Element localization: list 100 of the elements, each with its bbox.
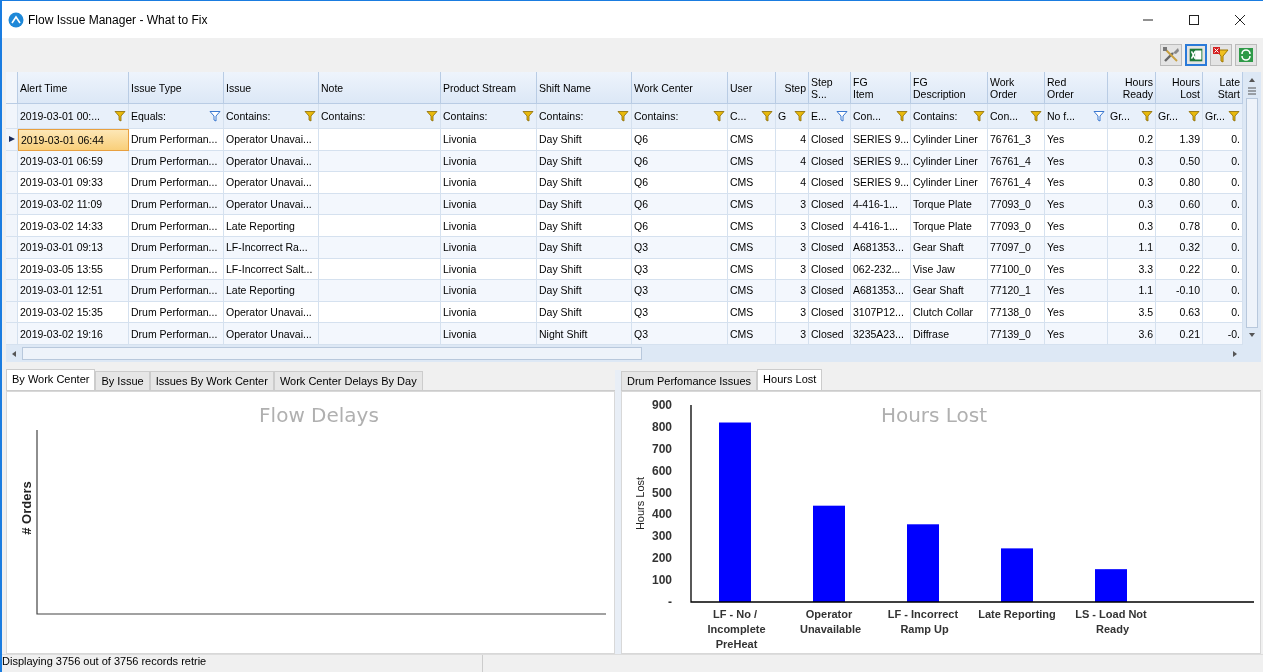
table-cell: Q6 bbox=[632, 172, 728, 194]
filter-condition[interactable]: Contains: bbox=[443, 110, 488, 122]
table-cell: Closed bbox=[809, 215, 851, 237]
table-cell: Yes bbox=[1045, 280, 1108, 302]
table-cell: 0.3 bbox=[1108, 215, 1156, 237]
maximize-icon[interactable] bbox=[1188, 13, 1200, 26]
filter-icon[interactable] bbox=[304, 110, 316, 122]
tab[interactable]: By Work Center bbox=[6, 369, 96, 390]
filter-icon[interactable] bbox=[1141, 110, 1153, 122]
filter-condition[interactable]: Contains: bbox=[226, 110, 271, 122]
table-cell: 77097_0 bbox=[988, 236, 1045, 259]
filter-icon[interactable] bbox=[1030, 110, 1042, 122]
table-cell: 76761_3 bbox=[988, 129, 1045, 151]
funnel-icon bbox=[1211, 45, 1231, 65]
table-cell: Closed bbox=[809, 129, 851, 151]
tick-label: - bbox=[668, 595, 672, 609]
scroll-down-icon[interactable] bbox=[1248, 331, 1256, 339]
filter-icon[interactable] bbox=[836, 110, 848, 122]
chart-title: Flow Delays bbox=[259, 403, 379, 427]
table-cell: Drum Performan... bbox=[129, 129, 224, 151]
window-title: Flow Issue Manager - What to Fix bbox=[28, 12, 208, 27]
filter-condition[interactable]: Contains: bbox=[539, 110, 584, 122]
current-row-icon bbox=[7, 135, 16, 144]
filter-icon[interactable] bbox=[617, 110, 629, 122]
tab[interactable]: By Issue bbox=[95, 371, 150, 390]
filter-icon[interactable] bbox=[1228, 110, 1240, 122]
filter-icon[interactable] bbox=[114, 110, 126, 122]
toolbar-button[interactable] bbox=[1210, 44, 1232, 66]
filter-icon[interactable] bbox=[761, 110, 773, 122]
tick-label: 600 bbox=[651, 463, 672, 478]
table-cell: 3 bbox=[776, 215, 809, 237]
table-cell: Yes bbox=[1045, 323, 1108, 345]
filter-icon[interactable] bbox=[522, 110, 534, 122]
table-cell: Q6 bbox=[632, 215, 728, 237]
table-cell: Gear Shaft bbox=[911, 236, 988, 259]
filter-condition[interactable]: Contains: bbox=[321, 110, 366, 122]
scrollbar-thumb[interactable] bbox=[1246, 98, 1258, 328]
filter-icon[interactable] bbox=[896, 110, 908, 122]
splitter-handle[interactable] bbox=[615, 370, 621, 654]
scroll-right-icon[interactable] bbox=[1231, 349, 1239, 358]
filter-condition[interactable]: Con... bbox=[990, 110, 1018, 122]
table-cell: CMS bbox=[728, 323, 776, 345]
filter-icon[interactable] bbox=[713, 110, 725, 122]
table-cell: 2019-03-02 14:33 bbox=[18, 215, 129, 237]
filter-icon[interactable] bbox=[973, 110, 985, 122]
table-cell: Closed bbox=[809, 280, 851, 302]
filter-condition[interactable]: G bbox=[778, 110, 787, 122]
table-cell: Cylinder Liner bbox=[911, 129, 988, 151]
table-cell: CMS bbox=[728, 172, 776, 194]
tick-label: 500 bbox=[651, 485, 672, 500]
filter-condition[interactable]: Con... bbox=[853, 110, 881, 122]
filter-condition[interactable]: 2019-03-01 00:... bbox=[20, 110, 100, 122]
scrollbar-thumb[interactable] bbox=[22, 347, 642, 360]
tab[interactable]: Hours Lost bbox=[757, 369, 823, 390]
filter-icon[interactable] bbox=[426, 110, 438, 122]
row-header bbox=[6, 72, 18, 104]
filter-condition[interactable]: Contains: bbox=[634, 110, 679, 122]
filter-condition[interactable]: Gr... bbox=[1158, 110, 1178, 122]
filter-condition[interactable]: Gr... bbox=[1205, 110, 1225, 122]
table-cell: CMS bbox=[728, 129, 776, 151]
table-cell: Drum Performan... bbox=[129, 323, 224, 345]
table-cell: Operator Unavai... bbox=[224, 172, 319, 194]
toolbar-button[interactable] bbox=[1160, 44, 1182, 66]
table-cell: Late Reporting bbox=[224, 280, 319, 302]
filter-icon[interactable] bbox=[1093, 110, 1105, 122]
table-cell: A681353... bbox=[851, 236, 911, 259]
filter-condition[interactable]: Gr... bbox=[1110, 110, 1130, 122]
table-cell: Q3 bbox=[632, 236, 728, 259]
scroll-left-icon[interactable] bbox=[10, 349, 18, 358]
filter-condition[interactable]: E... bbox=[811, 110, 827, 122]
axis-title: # Orders bbox=[19, 481, 34, 535]
table-cell: Drum Performan... bbox=[129, 280, 224, 302]
table-cell: Day Shift bbox=[537, 129, 632, 151]
row-header[interactable] bbox=[6, 129, 18, 151]
tab[interactable]: Issues By Work Center bbox=[149, 371, 274, 390]
vertical-scrollbar[interactable] bbox=[1243, 72, 1261, 362]
table-cell: 2019-03-01 06:44 bbox=[18, 129, 129, 151]
bar bbox=[1001, 548, 1033, 602]
table-cell: CMS bbox=[728, 280, 776, 302]
table-cell: 77139_0 bbox=[988, 323, 1045, 345]
table-cell: 0.78 bbox=[1156, 215, 1203, 237]
category-label: Operator Unavailable bbox=[799, 608, 862, 635]
filter-icon[interactable] bbox=[1188, 110, 1200, 122]
filter-condition[interactable]: No f... bbox=[1047, 110, 1075, 122]
scroll-up-icon[interactable] bbox=[1248, 76, 1256, 84]
filter-condition[interactable]: C... bbox=[730, 110, 747, 122]
horizontal-scrollbar[interactable] bbox=[6, 345, 1243, 362]
toolbar-button[interactable] bbox=[1235, 44, 1257, 66]
filter-icon[interactable] bbox=[794, 110, 806, 122]
filter-condition[interactable]: Equals: bbox=[131, 110, 167, 122]
toolbar-button[interactable] bbox=[1185, 44, 1207, 66]
filter-icon[interactable] bbox=[209, 110, 221, 122]
table-cell: Diffrase bbox=[911, 323, 988, 345]
filter-condition[interactable]: Contains: bbox=[913, 110, 958, 122]
table-cell: 0.21 bbox=[1156, 323, 1203, 345]
tab[interactable]: Drum Perfomance Issues bbox=[621, 371, 758, 390]
tick-label: 400 bbox=[651, 507, 672, 522]
table-cell: CMS bbox=[728, 215, 776, 237]
close-icon[interactable] bbox=[1234, 13, 1246, 26]
tab[interactable]: Work Center Delays By Day bbox=[273, 371, 423, 390]
